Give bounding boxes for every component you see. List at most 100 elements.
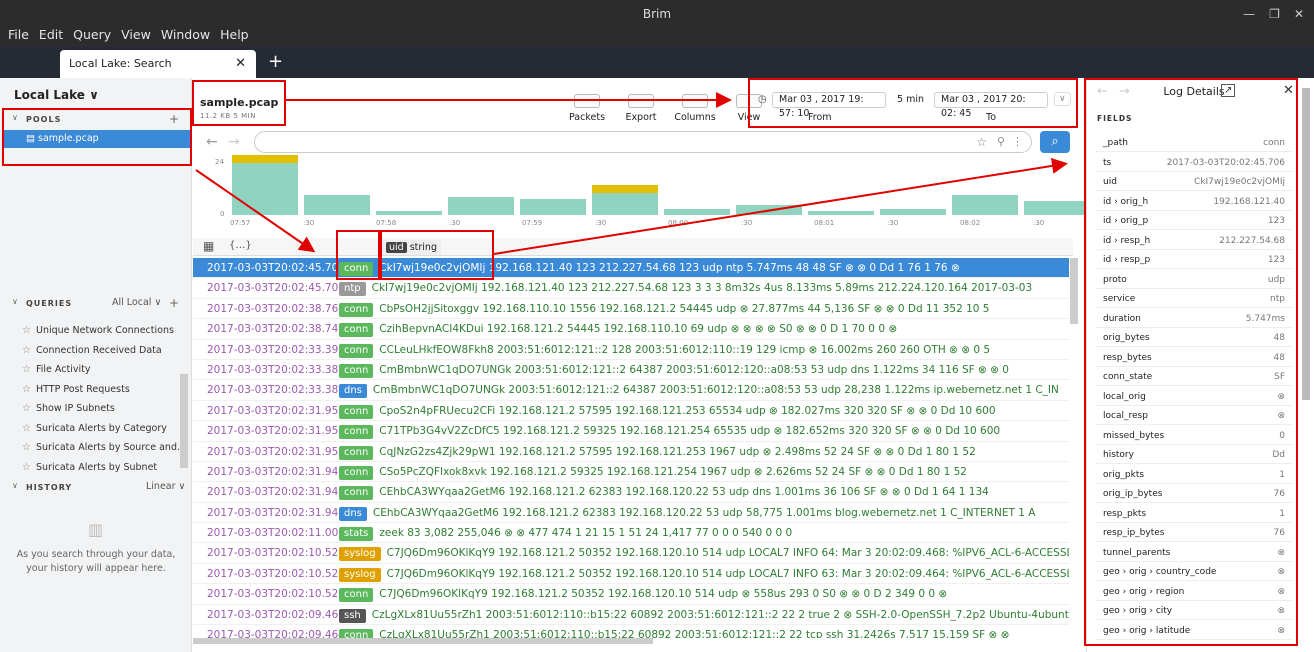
minimize-icon[interactable]: — <box>1243 7 1255 21</box>
table-row[interactable]: 2017-03-03T20:02:09.467ssh CzLgXLx81Uu55r… <box>193 605 1069 626</box>
search-input[interactable]: ☆ ⚲ ⋮ <box>254 131 1032 153</box>
histogram-bar[interactable] <box>808 211 874 215</box>
chevron-down-icon[interactable]: ∨ <box>12 481 18 490</box>
columns-button[interactable]: Columns <box>668 94 722 123</box>
field-row[interactable]: duration 5.747ms <box>1095 310 1293 328</box>
field-row[interactable]: local_resp ⊗ <box>1095 407 1293 425</box>
menu-query[interactable]: Query <box>73 24 111 46</box>
histogram-bar[interactable] <box>376 211 442 215</box>
to-date-picker[interactable]: Mar 03 , 2017 20: 02: 45 <box>934 92 1048 119</box>
field-row[interactable]: ts 2017-03-03T20:02:45.706 <box>1095 154 1293 172</box>
field-row[interactable]: geo › orig › region ⊗ <box>1095 583 1293 601</box>
table-row[interactable]: 2017-03-03T20:02:31.947conn CEhbCA3WYqaa2… <box>193 482 1069 503</box>
view-button[interactable]: View <box>722 94 776 123</box>
add-pool-button[interactable]: + <box>169 112 179 126</box>
table-row[interactable]: 2017-03-03T20:02:31.956conn CpoS2n4pFRUec… <box>193 401 1069 422</box>
back-arrow-icon[interactable]: ← <box>206 134 218 150</box>
field-row[interactable]: orig_ip_bytes 76 <box>1095 485 1293 503</box>
chevron-down-icon[interactable]: ∨ <box>12 113 18 122</box>
field-row[interactable]: id › resp_h 212.227.54.68 <box>1095 232 1293 250</box>
search-button[interactable]: ⌕ <box>1040 131 1070 153</box>
table-row[interactable]: 2017-03-03T20:02:33.387conn CmBmbnWC1qDO7… <box>193 360 1069 381</box>
histogram-bar[interactable] <box>664 209 730 215</box>
table-row[interactable]: 2017-03-03T20:02:10.521conn C7JQ6Dm96OKlK… <box>193 584 1069 605</box>
table-row[interactable]: 2017-03-03T20:02:11.009stats zeek 83 3,08… <box>193 523 1069 544</box>
table-row[interactable]: 2017-03-03T20:02:45.706ntp CkI7wj19e0c2vj… <box>193 278 1069 299</box>
field-row[interactable]: resp_pkts 1 <box>1095 505 1293 523</box>
pool-item-sample-pcap[interactable]: ▤ sample.pcap <box>4 130 190 148</box>
field-row[interactable]: missed_bytes 0 <box>1095 427 1293 445</box>
query-item[interactable]: Unique Network Connections <box>22 325 174 336</box>
history-mode[interactable]: Linear ∨ <box>146 481 186 492</box>
field-row[interactable]: geo › orig › country_code ⊗ <box>1095 563 1293 581</box>
chevron-down-icon[interactable]: ∨ <box>12 297 18 306</box>
lake-selector[interactable]: Local Lake ∨ <box>14 88 99 102</box>
queries-header[interactable]: QUERIES <box>26 299 72 308</box>
pools-header[interactable]: POOLS <box>26 115 61 124</box>
json-view-icon[interactable]: {…} <box>229 240 252 251</box>
table-row[interactable]: 2017-03-03T20:02:31.949conn CSo5PcZQFIxok… <box>193 462 1069 483</box>
histogram-chart[interactable] <box>232 155 1090 215</box>
menu-view[interactable]: View <box>121 24 151 46</box>
table-row[interactable]: 2017-03-03T20:02:31.955conn C71TPb3G4vV2Z… <box>193 421 1069 442</box>
field-row[interactable]: geo › orig › latitude ⊗ <box>1095 622 1293 640</box>
tab-close-icon[interactable]: ✕ <box>235 50 246 78</box>
field-row[interactable]: history Dd <box>1095 446 1293 464</box>
histogram-bar[interactable] <box>304 195 370 215</box>
close-window-icon[interactable]: ✕ <box>1294 7 1304 21</box>
menu-help[interactable]: Help <box>220 24 249 46</box>
field-row[interactable]: id › resp_p 123 <box>1095 251 1293 269</box>
histogram-bar[interactable] <box>520 199 586 215</box>
menu-window[interactable]: Window <box>161 24 210 46</box>
query-item[interactable]: File Activity <box>22 364 91 375</box>
query-item[interactable]: HTTP Post Requests <box>22 384 130 395</box>
pin-icon[interactable]: ⚲ <box>997 135 1005 148</box>
details-scrollbar[interactable] <box>1302 88 1310 400</box>
menu-edit[interactable]: Edit <box>39 24 63 46</box>
query-item[interactable]: Suricata Alerts by Subnet <box>22 462 157 473</box>
results-hscroll[interactable] <box>193 638 653 644</box>
span-menu-icon[interactable]: ∨ <box>1054 92 1071 106</box>
field-row[interactable]: service ntp <box>1095 290 1293 308</box>
histogram-bar[interactable] <box>736 205 802 215</box>
field-row[interactable]: orig_pkts 1 <box>1095 466 1293 484</box>
popout-icon[interactable]: ↗ <box>1221 84 1236 97</box>
histogram-bar[interactable] <box>448 197 514 215</box>
query-item[interactable]: Connection Received Data <box>22 345 162 356</box>
field-row[interactable]: tunnel_parents ⊗ <box>1095 544 1293 562</box>
uid-column-header[interactable]: uid string <box>382 240 441 255</box>
results-vscroll[interactable] <box>1070 258 1078 324</box>
histogram-bar[interactable] <box>232 155 298 215</box>
histogram-bar[interactable] <box>952 195 1018 215</box>
from-date-picker[interactable]: Mar 03 , 2017 19: 57: 10 <box>772 92 886 119</box>
histogram-bar[interactable] <box>592 185 658 215</box>
field-row[interactable]: uid CkI7wj19e0c2vjOMIj <box>1095 173 1293 191</box>
table-row[interactable]: 2017-03-03T20:02:38.768conn CbPsOH2jjSito… <box>193 299 1069 320</box>
table-row[interactable]: 2017-03-03T20:02:45.706conn CkI7wj19e0c2v… <box>193 258 1069 279</box>
field-row[interactable]: id › orig_p 123 <box>1095 212 1293 230</box>
export-button[interactable]: Export <box>614 94 668 123</box>
maximize-icon[interactable]: ❐ <box>1269 7 1280 21</box>
field-row[interactable]: resp_bytes 48 <box>1095 349 1293 367</box>
table-row[interactable]: 2017-03-03T20:02:33.399conn CCLeuLHkfEOW8… <box>193 340 1069 360</box>
field-row[interactable]: _path conn <box>1095 134 1293 152</box>
tab-local-lake-search[interactable]: Local Lake: Search ✕ <box>60 50 256 78</box>
query-item[interactable]: Suricata Alerts by Source and… <box>22 442 187 453</box>
table-row[interactable]: 2017-03-03T20:02:10.522syslog C7JQ6Dm96OK… <box>193 543 1069 564</box>
menu-file[interactable]: File <box>8 24 29 46</box>
field-row[interactable]: local_orig ⊗ <box>1095 388 1293 406</box>
field-row[interactable]: geo › orig › city ⊗ <box>1095 602 1293 620</box>
more-icon[interactable]: ⋮ <box>1012 135 1023 148</box>
history-header[interactable]: HISTORY <box>26 483 72 492</box>
field-row[interactable]: orig_bytes 48 <box>1095 329 1293 347</box>
forward-arrow-icon[interactable]: → <box>228 134 240 150</box>
queries-filter[interactable]: All Local ∨ <box>112 297 161 308</box>
histogram-bar[interactable] <box>880 209 946 215</box>
new-tab-button[interactable]: + <box>268 50 283 74</box>
add-query-button[interactable]: + <box>169 296 179 310</box>
table-row[interactable]: 2017-03-03T20:02:10.521syslog C7JQ6Dm96OK… <box>193 564 1069 585</box>
query-item[interactable]: Show IP Subnets <box>22 403 115 414</box>
table-view-icon[interactable]: ▦ <box>203 239 214 253</box>
field-row[interactable]: conn_state SF <box>1095 368 1293 386</box>
queries-scrollbar[interactable] <box>180 374 188 468</box>
